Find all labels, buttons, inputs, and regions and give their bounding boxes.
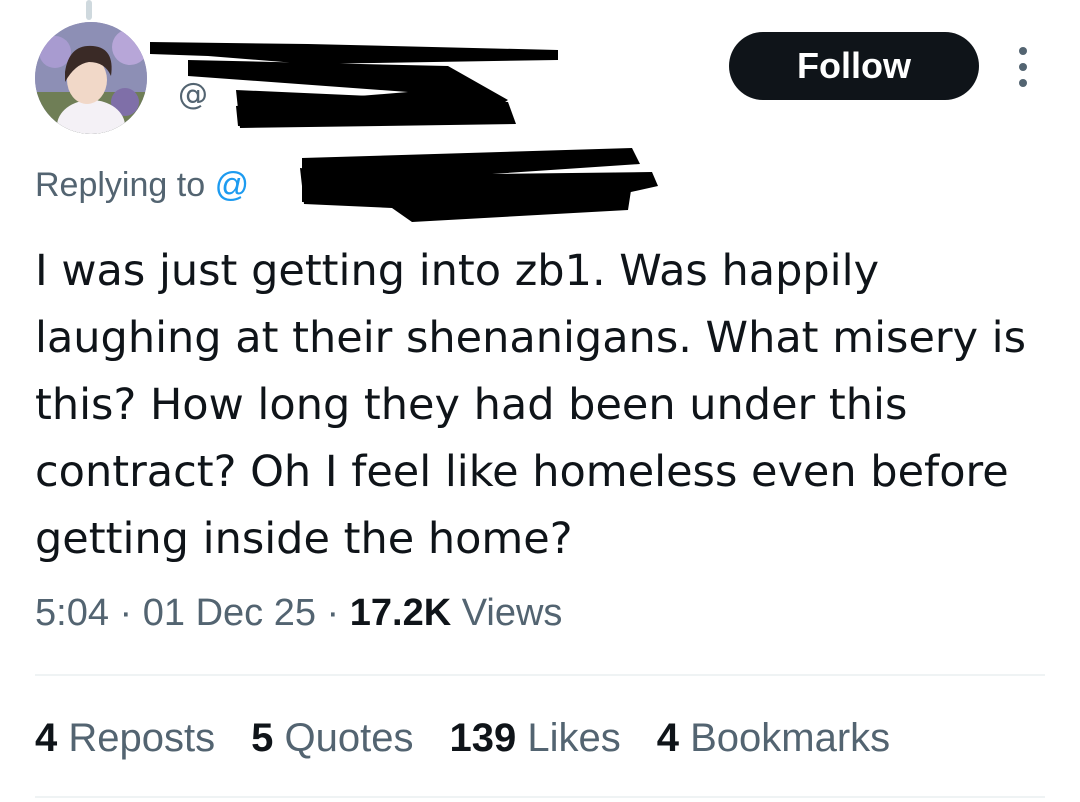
bookmarks-count: 4	[656, 716, 679, 760]
tweet-text: I was just getting into zb1. Was happily…	[35, 246, 1027, 564]
redacted-display-name	[150, 42, 558, 128]
divider	[35, 796, 1045, 798]
tweet-date[interactable]: 01 Dec 25	[143, 592, 316, 634]
quotes-count: 5	[251, 716, 274, 760]
dot-icon	[1019, 63, 1027, 71]
meta-separator: ·	[119, 592, 133, 634]
avatar[interactable]	[35, 22, 147, 134]
more-options-icon[interactable]	[1010, 47, 1036, 87]
divider	[35, 674, 1045, 676]
replying-to-label: Replying to	[35, 166, 206, 204]
thread-connector-line	[86, 0, 92, 20]
dot-icon	[1019, 47, 1027, 55]
reply-mention-link[interactable]: @	[215, 166, 250, 204]
author-handle[interactable]: @	[178, 80, 208, 110]
follow-button[interactable]: Follow	[729, 32, 979, 100]
reposts-stat[interactable]: 4 Reposts	[35, 716, 215, 761]
reposts-count: 4	[35, 716, 58, 760]
redacted-reply-handle	[300, 148, 658, 222]
bookmarks-stat[interactable]: 4 Bookmarks	[657, 716, 890, 761]
tweet-meta: 5:04 · 01 Dec 25 · 17.2K Views	[35, 592, 562, 635]
meta-separator: ·	[326, 592, 340, 634]
likes-stat[interactable]: 139 Likes	[449, 716, 620, 761]
avatar-photo	[35, 22, 147, 134]
reposts-label: Reposts	[68, 716, 216, 760]
dot-icon	[1019, 79, 1027, 87]
tweet-time[interactable]: 5:04	[35, 592, 109, 634]
engagement-stats: 4 Reposts 5 Quotes 139 Likes 4 Bookmarks	[35, 716, 890, 761]
views-count: 17.2K	[349, 592, 452, 634]
likes-count: 139	[449, 716, 517, 760]
quotes-label: Quotes	[284, 716, 414, 760]
quotes-stat[interactable]: 5 Quotes	[251, 716, 413, 761]
replying-to: Replying to @	[35, 166, 249, 205]
likes-label: Likes	[527, 716, 621, 760]
bookmarks-label: Bookmarks	[690, 716, 891, 760]
views-label: Views	[461, 592, 563, 634]
